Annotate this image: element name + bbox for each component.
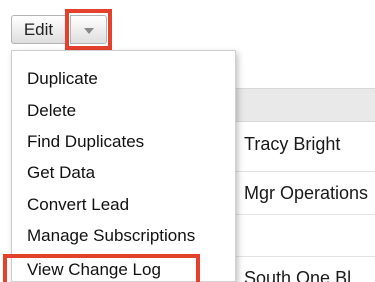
row-divider [236, 171, 375, 172]
table-header-bar [236, 88, 375, 122]
edit-button[interactable]: Edit [11, 15, 66, 44]
menu-item-find-duplicates[interactable]: Find Duplicates [27, 132, 144, 152]
actions-menu: Duplicate Delete Find Duplicates Get Dat… [11, 50, 236, 282]
row-divider [236, 256, 375, 257]
row-divider [236, 214, 375, 215]
contact-title: Mgr Operations [244, 183, 369, 203]
record-view: Tracy Bright Mgr Operations South One Bl… [0, 0, 375, 282]
contact-address: South One Bl [244, 268, 352, 282]
menu-item-duplicate[interactable]: Duplicate [27, 69, 98, 89]
contact-name: Tracy Bright [244, 134, 341, 154]
menu-item-convert-lead[interactable]: Convert Lead [27, 195, 129, 215]
menu-item-manage-subscriptions[interactable]: Manage Subscriptions [27, 226, 195, 246]
menu-item-delete[interactable]: Delete [27, 101, 76, 121]
callout-highlight-toggle [65, 9, 112, 50]
menu-item-get-data[interactable]: Get Data [27, 163, 95, 183]
callout-highlight-view-change-log [3, 254, 200, 282]
